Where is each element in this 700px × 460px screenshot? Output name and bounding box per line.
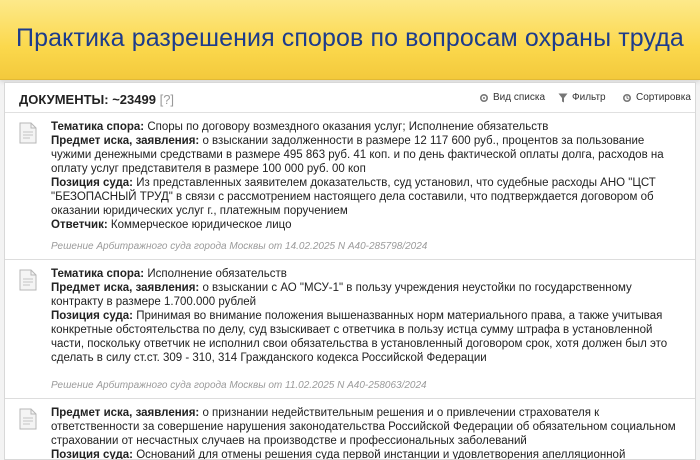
document-item[interactable]: Тематика спора: Споры по договору возмез… [5,114,695,260]
sort-button[interactable]: Сортировка [622,92,691,103]
defendant-row: Ответчик: Коммерческое юридическое лицо [51,218,687,232]
documents-toolbar: ДОКУМЕНТЫ: ~23499 [?] Вид списка Фильтр … [5,83,695,113]
view-list-label: Вид списка [493,92,546,103]
document-item[interactable]: Предмет иска, заявления: о признании нед… [5,400,695,460]
page-title: Практика разрешения споров по вопросам о… [16,24,684,52]
court-label: Позиция суда: [51,310,133,322]
topic-label: Тематика спора: [51,268,145,280]
document-icon [19,269,37,291]
claim-row: Предмет иска, заявления: о взыскании с А… [51,281,687,309]
documents-panel: ДОКУМЕНТЫ: ~23499 [?] Вид списка Фильтр … [4,82,696,460]
court-row: Позиция суда: Принимая во внимание полож… [51,309,687,365]
court-value: Из представленных заявителем доказательс… [51,177,656,217]
document-icon [19,408,37,430]
claim-row: Предмет иска, заявления: о признании нед… [51,406,687,448]
court-label: Позиция суда: [51,177,133,189]
claim-row: Предмет иска, заявления: о взыскании зад… [51,134,687,176]
claim-label: Предмет иска, заявления: [51,135,200,147]
topic-row: Тематика спора: Исполнение обязательств [51,267,687,281]
court-label: Позиция суда: [51,449,133,460]
topic-value: Споры по договору возмездного оказания у… [147,121,549,133]
document-item[interactable]: Тематика спора: Исполнение обязательств … [5,261,695,399]
filter-button[interactable]: Фильтр [558,92,606,103]
funnel-icon [558,93,568,102]
document-source-link[interactable]: Решение Арбитражного суда города Москвы … [51,241,427,252]
documents-count-label: ДОКУМЕНТЫ: ~23499 [19,92,156,107]
court-row: Позиция суда: Из представленных заявител… [51,176,687,218]
document-icon [19,122,37,144]
document-content: Предмет иска, заявления: о признании нед… [51,406,687,460]
claim-label: Предмет иска, заявления: [51,407,200,419]
header-banner: Практика разрешения споров по вопросам о… [0,0,700,80]
topic-value: Исполнение обязательств [147,268,287,280]
topic-label: Тематика спора: [51,121,145,133]
filter-label: Фильтр [572,92,606,103]
sort-label: Сортировка [636,92,691,103]
court-value: Оснований для отмены решения суда первой… [136,449,626,460]
court-row: Позиция суда: Оснований для отмены решен… [51,448,687,460]
document-content: Тематика спора: Исполнение обязательств … [51,267,687,365]
sort-icon [622,93,632,102]
defendant-label: Ответчик: [51,219,108,231]
document-content: Тематика спора: Споры по договору возмез… [51,120,687,232]
defendant-value: Коммерческое юридическое лицо [110,219,292,231]
gear-icon [479,93,489,102]
view-list-button[interactable]: Вид списка [479,92,545,103]
court-value: Принимая во внимание положения вышеназва… [51,310,668,364]
documents-count: ДОКУМЕНТЫ: ~23499 [?] [19,92,174,107]
claim-label: Предмет иска, заявления: [51,282,200,294]
topic-row: Тематика спора: Споры по договору возмез… [51,120,687,134]
help-link[interactable]: [?] [160,92,174,107]
document-source-link[interactable]: Решение Арбитражного суда города Москвы … [51,380,427,391]
